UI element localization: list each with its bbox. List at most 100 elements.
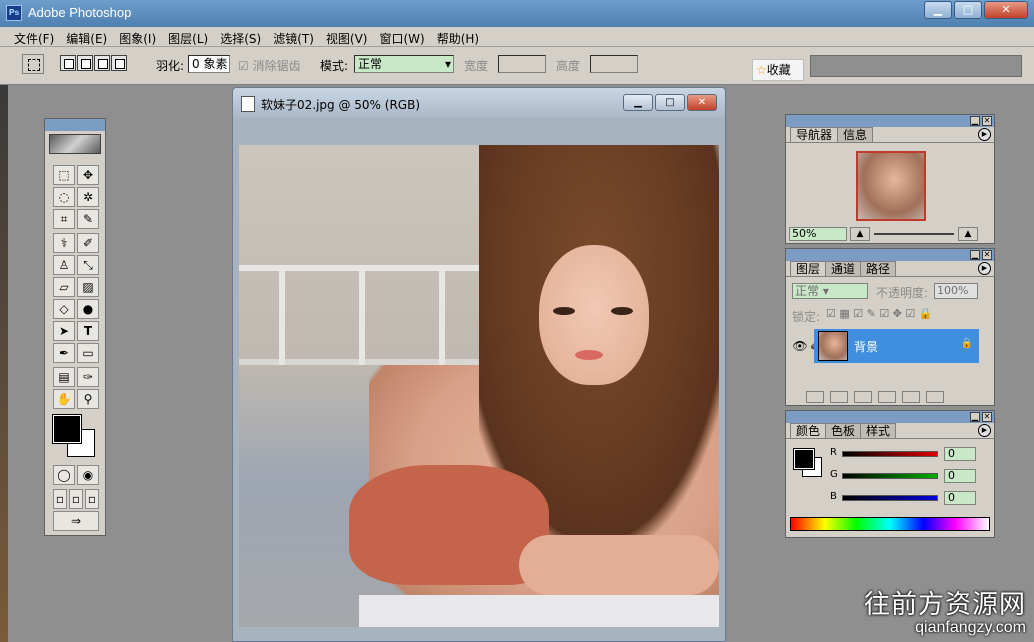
notes-icon[interactable]: ▤	[53, 367, 75, 387]
menu-view[interactable]: 视图(V)	[320, 27, 374, 46]
menu-layer[interactable]: 图层(L)	[162, 27, 214, 46]
lasso-icon[interactable]: ◌	[53, 187, 75, 207]
jump-to-imageready-icon[interactable]: ⇒	[53, 511, 99, 531]
eraser-icon[interactable]: ▱	[53, 277, 75, 297]
move-icon[interactable]: ✥	[77, 165, 99, 185]
image-canvas[interactable]	[239, 145, 719, 627]
antialias-checkbox[interactable]: ☑ 消除锯齿	[238, 57, 301, 74]
opacity-input[interactable]: 100%	[934, 283, 978, 299]
g-slider[interactable]	[842, 473, 938, 479]
panel-close-icon[interactable]: ✕	[982, 250, 992, 260]
pen-icon[interactable]: ✒	[53, 343, 75, 363]
dodge-icon[interactable]: ●	[77, 299, 99, 319]
brush-icon[interactable]: ✐	[77, 233, 99, 253]
color-spectrum-bar[interactable]	[790, 517, 990, 531]
subtract-selection-button[interactable]	[94, 55, 110, 71]
panel-menu-icon[interactable]: ▶	[978, 424, 991, 437]
minimize-button[interactable]: ▁	[924, 1, 952, 19]
maximize-button[interactable]: □	[954, 1, 982, 19]
panel-close-icon[interactable]: ✕	[982, 412, 992, 422]
close-button[interactable]: ✕	[984, 1, 1028, 19]
panel-close-icon[interactable]: ✕	[982, 116, 992, 126]
feather-input[interactable]: 0 象素	[188, 55, 230, 73]
r-input[interactable]: 0	[944, 447, 976, 461]
menu-window[interactable]: 窗口(W)	[373, 27, 430, 46]
menu-file[interactable]: 文件(F)	[8, 27, 60, 46]
doc-close-button[interactable]: ✕	[687, 94, 717, 111]
panel-header[interactable]: ▁ ✕	[786, 411, 994, 423]
panel-header[interactable]: ▁ ✕	[786, 115, 994, 127]
panel-menu-icon[interactable]: ▶	[978, 262, 991, 275]
panel-menu-icon[interactable]: ▶	[978, 128, 991, 141]
panel-header[interactable]: ▁ ✕	[786, 249, 994, 261]
layer-style-button[interactable]	[806, 391, 824, 403]
eye-icon[interactable]: 👁	[790, 329, 810, 363]
layer-row[interactable]: 背景 🔒	[814, 329, 979, 363]
tab-styles[interactable]: 样式	[860, 423, 897, 438]
menu-filter[interactable]: 滤镜(T)	[267, 27, 320, 46]
panel-minimize-icon[interactable]: ▁	[970, 250, 980, 260]
g-input[interactable]: 0	[944, 469, 976, 483]
foreground-color-swatch[interactable]	[52, 414, 82, 444]
path-select-icon[interactable]: ➤	[53, 321, 75, 341]
magic-wand-icon[interactable]: ✲	[77, 187, 99, 207]
tab-info[interactable]: 信息	[837, 127, 874, 142]
new-set-button[interactable]	[854, 391, 872, 403]
r-slider[interactable]	[842, 451, 938, 457]
tab-color[interactable]: 颜色	[790, 423, 827, 438]
screen-mode-standard-icon[interactable]: ▫	[53, 489, 67, 509]
gradient-icon[interactable]: ▨	[77, 277, 99, 297]
hand-icon[interactable]: ✋	[53, 389, 75, 409]
zoom-icon[interactable]: ⚲	[77, 389, 99, 409]
mode-select[interactable]: 正常 ▾	[354, 55, 454, 73]
new-layer-button[interactable]	[902, 391, 920, 403]
doc-minimize-button[interactable]: ▁	[623, 94, 653, 111]
type-icon[interactable]: T	[77, 321, 99, 341]
menu-select[interactable]: 选择(S)	[214, 27, 267, 46]
eyedropper-icon[interactable]: ✑	[77, 367, 99, 387]
crop-icon[interactable]: ⌗	[53, 209, 75, 229]
intersect-selection-button[interactable]	[111, 55, 127, 71]
document-title-bar[interactable]: 软妹子02.jpg @ 50% (RGB) ▁ □ ✕	[233, 88, 725, 118]
panel-minimize-icon[interactable]: ▁	[970, 116, 980, 126]
blend-mode-select[interactable]: 正常 ▾	[792, 283, 868, 299]
panel-minimize-icon[interactable]: ▁	[970, 412, 980, 422]
tab-layers[interactable]: 图层	[790, 261, 827, 276]
shape-icon[interactable]: ▭	[77, 343, 99, 363]
width-input[interactable]	[498, 55, 546, 73]
delete-layer-button[interactable]	[926, 391, 944, 403]
toolbox-header[interactable]	[45, 119, 105, 131]
add-selection-button[interactable]	[77, 55, 93, 71]
navigator-thumbnail[interactable]	[856, 151, 926, 221]
b-slider[interactable]	[842, 495, 938, 501]
height-input[interactable]	[590, 55, 638, 73]
history-brush-icon[interactable]: ⤡	[77, 255, 99, 275]
zoom-out-icon[interactable]: ▲	[850, 227, 870, 241]
tab-channels[interactable]: 通道	[825, 261, 862, 276]
marquee-icon[interactable]: ⬚	[53, 165, 75, 185]
adjustment-layer-button[interactable]	[878, 391, 896, 403]
lock-options[interactable]: ☑ ▦ ☑ ✎ ☑ ✥ ☑ 🔒	[826, 307, 932, 320]
b-input[interactable]: 0	[944, 491, 976, 505]
zoom-slider[interactable]	[874, 233, 954, 235]
menu-help[interactable]: 帮助(H)	[431, 27, 485, 46]
new-selection-button[interactable]	[60, 55, 76, 71]
blur-icon[interactable]: ◇	[53, 299, 75, 319]
zoom-in-icon[interactable]: ▲	[958, 227, 978, 241]
stamp-icon[interactable]: ♙	[53, 255, 75, 275]
tab-paths[interactable]: 路径	[860, 261, 897, 276]
tab-navigator[interactable]: 导航器	[790, 127, 839, 142]
favorites-button[interactable]: ☆收藏	[752, 59, 804, 81]
menu-image[interactable]: 图象(I)	[113, 27, 162, 46]
screen-mode-full-menu-icon[interactable]: ▫	[69, 489, 83, 509]
quick-mask-icon[interactable]: ◉	[77, 465, 99, 485]
color-foreground-swatch[interactable]	[793, 448, 815, 470]
menu-edit[interactable]: 编辑(E)	[60, 27, 113, 46]
healing-icon[interactable]: ⚕	[53, 233, 75, 253]
screen-mode-full-icon[interactable]: ▫	[85, 489, 99, 509]
zoom-input[interactable]: 50%	[789, 227, 847, 241]
marquee-preset-icon[interactable]	[22, 54, 44, 74]
tab-swatches[interactable]: 色板	[825, 423, 862, 438]
standard-mode-icon[interactable]: ◯	[53, 465, 75, 485]
doc-maximize-button[interactable]: □	[655, 94, 685, 111]
